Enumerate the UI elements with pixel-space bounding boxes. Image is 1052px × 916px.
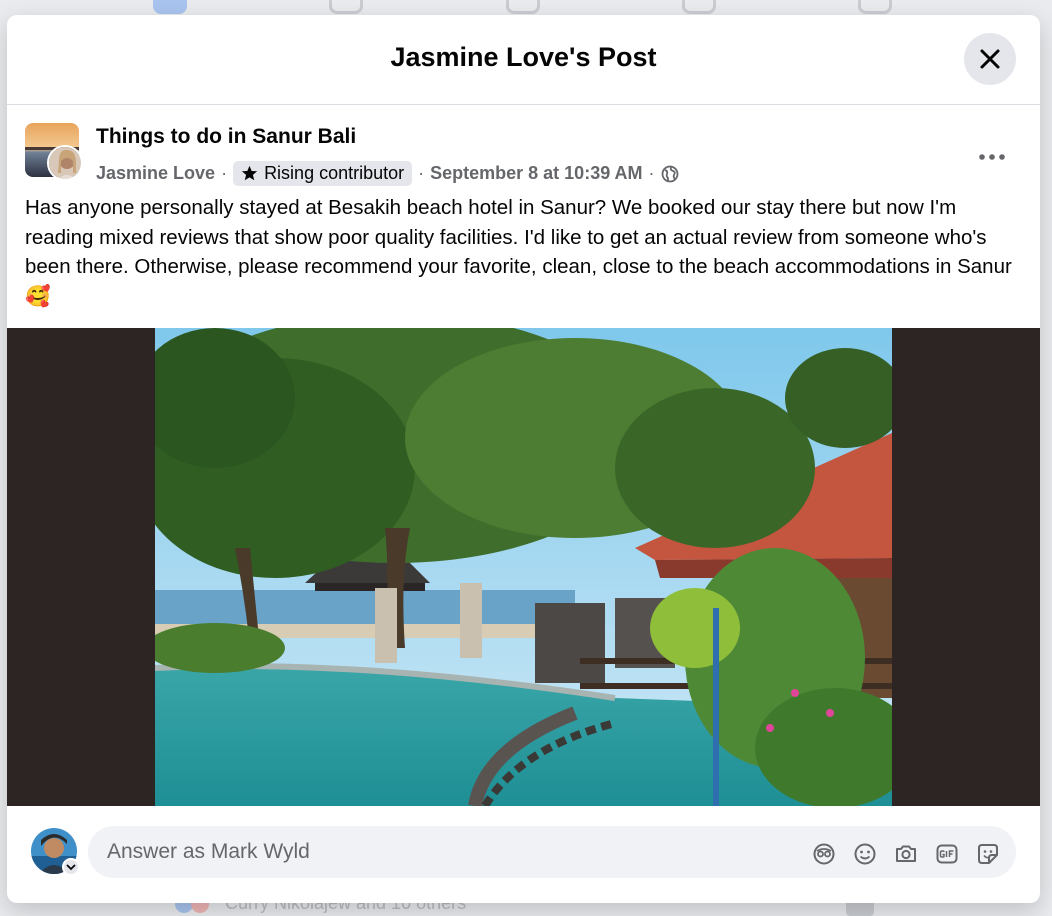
post-meta: Jasmine Love · Rising contributor · Sept… [96, 161, 679, 186]
photo-button[interactable] [892, 840, 920, 868]
meta-separator: · [418, 163, 425, 183]
composer-toolbar [810, 840, 1002, 868]
post-text: Has anyone personally stayed at Besakih … [25, 193, 1025, 311]
meta-separator: · [221, 163, 228, 183]
more-options-button[interactable] [974, 147, 1010, 167]
emoji-button[interactable] [851, 840, 879, 868]
gif-icon [936, 844, 958, 864]
sticker-button[interactable] [974, 840, 1002, 868]
gif-button[interactable] [933, 840, 961, 868]
dialog-title: Jasmine Love's Post [390, 42, 657, 72]
camera-icon [896, 845, 916, 862]
badge-label: Rising contributor [264, 163, 405, 183]
gaming-icon [858, 0, 892, 14]
comment-input[interactable] [105, 839, 709, 865]
groups-icon [682, 0, 716, 14]
ellipsis-icon [979, 154, 1005, 160]
emoji-icon [854, 843, 876, 865]
post-body: Has anyone personally stayed at Besakih … [25, 196, 1012, 278]
post-dialog: Jasmine Love's Post Things to do in Sanu… [7, 15, 1040, 903]
post-header: Things to do in Sanur Bali Jasmine Love … [25, 123, 1040, 186]
author-avatar[interactable] [47, 145, 83, 181]
comment-composer [7, 806, 1040, 903]
account-switcher-button[interactable] [62, 858, 80, 876]
video-icon [329, 0, 363, 14]
author-name[interactable]: Jasmine Love [96, 163, 215, 184]
avatar-sticker-button[interactable] [810, 840, 838, 868]
resort-pool-photo[interactable] [155, 328, 892, 806]
sticker-icon [978, 844, 998, 864]
close-icon [980, 49, 1000, 69]
photo-container[interactable] [7, 328, 1040, 806]
star-badge-icon [241, 165, 258, 181]
globe-icon[interactable] [661, 165, 679, 183]
group-name[interactable]: Things to do in Sanur Bali [96, 125, 356, 149]
rising-contributor-badge[interactable]: Rising contributor [233, 161, 413, 186]
marketplace-icon [506, 0, 540, 14]
post-date[interactable]: September 8 at 10:39 AM [430, 163, 642, 184]
smiling-hearts-emoji: 🥰 [25, 284, 51, 308]
avatar-sticker-icon [813, 843, 835, 865]
dialog-header: Jasmine Love's Post [7, 15, 1040, 105]
comment-field[interactable] [88, 826, 1016, 878]
close-button[interactable] [964, 33, 1016, 85]
chevron-down-icon [66, 864, 76, 871]
home-icon [153, 0, 187, 14]
meta-separator: · [648, 163, 655, 183]
